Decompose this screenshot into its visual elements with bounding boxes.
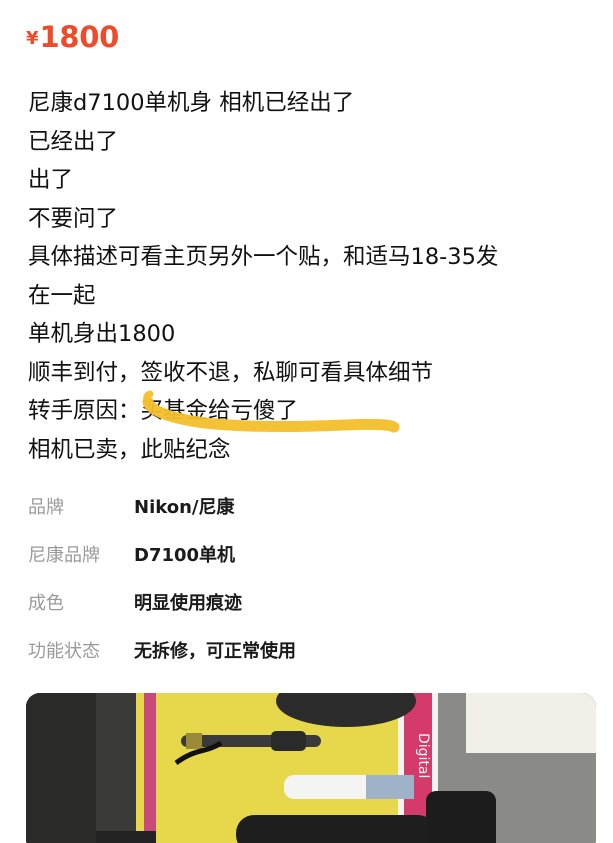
spec-value: 明显使用痕迹 [134,593,242,614]
description-line: 已经出了 [28,128,119,155]
item-description: 尼康d7100单机身 相机已经出了 已经出了 出了 不要问了 具体描述可看主页另… [28,84,608,469]
camera-photo-illustration: Digital [26,693,596,843]
spec-table: 品牌 Nikon/尼康 尼康品牌 D7100单机 成色 明显使用痕迹 功能状态 … [28,482,588,674]
description-line: 在一起 [28,282,96,309]
description-line: 顺丰到付，签收不退，私聊可看具体细节 [28,359,434,386]
package-label: Digital [415,733,431,778]
spec-row-function: 功能状态 无拆修，可正常使用 [28,626,588,674]
spec-label: 成色 [28,593,64,614]
price-currency: ¥ [26,28,39,49]
spec-row-brand: 品牌 Nikon/尼康 [28,482,588,530]
description-line: 转手原因：买基金给亏傻了 [28,398,299,424]
spec-label: 品牌 [28,497,64,518]
spec-label: 尼康品牌 [28,545,100,566]
description-line: 相机已卖，此贴纪念 [28,436,231,463]
spec-value: D7100单机 [134,545,236,566]
spec-value: 无拆修，可正常使用 [134,641,296,662]
spec-row-model: 尼康品牌 D7100单机 [28,530,588,578]
spec-value: Nikon/尼康 [134,497,235,518]
listing-page: ¥1800 尼康d7100单机身 相机已经出了 已经出了 出了 不要问了 具体描… [0,0,613,843]
price-amount: 1800 [39,20,120,54]
description-line: 单机身出1800 [28,321,176,347]
description-line: 具体描述可看主页另外一个贴，和适马18-35发 [28,244,499,270]
description-line: 不要问了 [28,205,119,232]
spec-label: 功能状态 [28,641,100,662]
description-line: 出了 [28,167,74,193]
spec-row-condition: 成色 明显使用痕迹 [28,578,588,626]
product-photo[interactable]: Digital [26,693,596,843]
description-line: 尼康d7100单机身 相机已经出了 [28,90,355,116]
price: ¥1800 [26,20,119,54]
